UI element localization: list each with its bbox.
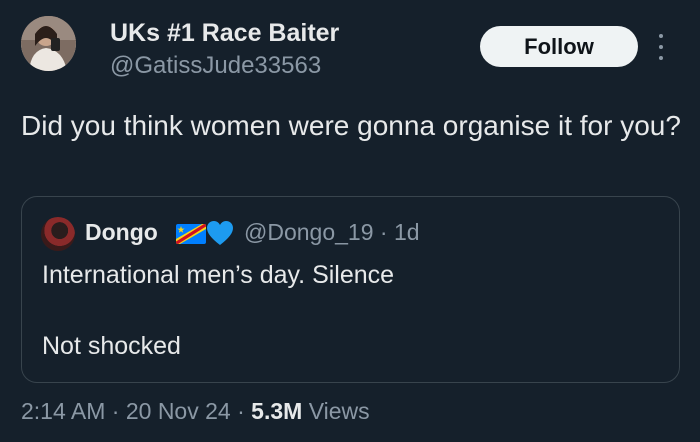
tweet-date[interactable]: 20 Nov 24: [126, 398, 231, 424]
dr-congo-flag-icon: [176, 224, 206, 244]
follow-button[interactable]: Follow: [480, 26, 638, 67]
views-label: Views: [308, 398, 370, 424]
tweet-footer: 2:14 AM · 20 Nov 24 · 5.3M Views: [21, 398, 370, 425]
quoted-tweet-card[interactable]: Dongo @Dongo_19 · 1d International men’s…: [21, 196, 680, 383]
author-handle[interactable]: @GatissJude33563: [110, 52, 321, 80]
author-avatar[interactable]: [21, 16, 76, 71]
quoted-tweet-text-line2: Not shocked: [42, 332, 181, 360]
footer-separator: ·: [111, 398, 120, 424]
tweet-text: Did you think women were gonna organise …: [21, 110, 681, 141]
tweet-time[interactable]: 2:14 AM: [21, 398, 105, 424]
quoted-tweet-meta: @Dongo_19 · 1d: [244, 219, 420, 246]
author-avatar-image: [21, 16, 76, 71]
footer-separator: ·: [237, 398, 245, 424]
views-count: 5.3M: [251, 398, 303, 424]
blue-heart-icon: [206, 220, 234, 246]
quoted-tweet-age: 1d: [393, 219, 420, 245]
quoted-author-display-name: Dongo: [85, 219, 158, 245]
quoted-author-avatar[interactable]: [41, 217, 75, 251]
meta-separator: ·: [379, 219, 388, 245]
quoted-author-handle: @Dongo_19: [244, 219, 374, 245]
more-vertical-icon[interactable]: [656, 34, 666, 60]
author-display-name[interactable]: UKs #1 Race Baiter: [110, 19, 339, 48]
quoted-tweet-text-line1: International men’s day. Silence: [42, 261, 395, 289]
